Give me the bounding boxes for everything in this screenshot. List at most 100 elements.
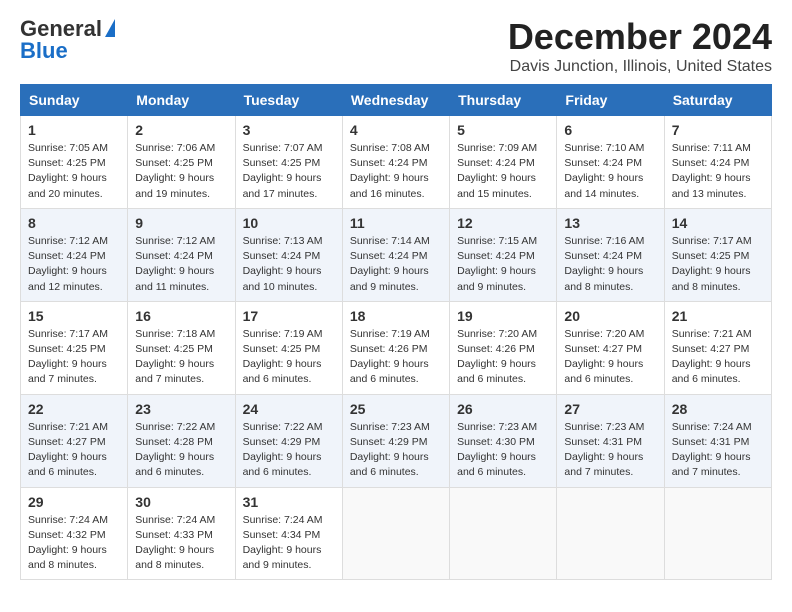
cell-info: Sunrise: 7:13 AMSunset: 4:24 PMDaylight:… [243,235,323,293]
calendar-cell: 21 Sunrise: 7:21 AMSunset: 4:27 PMDaylig… [664,301,771,394]
day-number: 2 [135,122,227,138]
day-number: 19 [457,308,549,324]
cell-info: Sunrise: 7:23 AMSunset: 4:31 PMDaylight:… [564,421,644,479]
day-number: 20 [564,308,656,324]
cell-info: Sunrise: 7:14 AMSunset: 4:24 PMDaylight:… [350,235,430,293]
calendar-table: SundayMondayTuesdayWednesdayThursdayFrid… [20,84,772,580]
day-header-tuesday: Tuesday [235,85,342,116]
cell-info: Sunrise: 7:24 AMSunset: 4:34 PMDaylight:… [243,514,323,572]
day-number: 12 [457,215,549,231]
calendar-cell: 29 Sunrise: 7:24 AMSunset: 4:32 PMDaylig… [21,487,128,580]
calendar-cell: 17 Sunrise: 7:19 AMSunset: 4:25 PMDaylig… [235,301,342,394]
calendar-cell: 13 Sunrise: 7:16 AMSunset: 4:24 PMDaylig… [557,208,664,301]
cell-info: Sunrise: 7:08 AMSunset: 4:24 PMDaylight:… [350,142,430,200]
day-number: 22 [28,401,120,417]
cell-info: Sunrise: 7:10 AMSunset: 4:24 PMDaylight:… [564,142,644,200]
cell-info: Sunrise: 7:21 AMSunset: 4:27 PMDaylight:… [672,328,752,386]
cell-info: Sunrise: 7:11 AMSunset: 4:24 PMDaylight:… [672,142,751,200]
calendar-cell [557,487,664,580]
day-number: 4 [350,122,442,138]
calendar-cell: 8 Sunrise: 7:12 AMSunset: 4:24 PMDayligh… [21,208,128,301]
day-header-saturday: Saturday [664,85,771,116]
calendar-cell: 10 Sunrise: 7:13 AMSunset: 4:24 PMDaylig… [235,208,342,301]
calendar-cell: 12 Sunrise: 7:15 AMSunset: 4:24 PMDaylig… [450,208,557,301]
day-number: 9 [135,215,227,231]
calendar-week-1: 1 Sunrise: 7:05 AMSunset: 4:25 PMDayligh… [21,116,772,209]
month-title: December 2024 [508,16,772,58]
day-number: 24 [243,401,335,417]
cell-info: Sunrise: 7:06 AMSunset: 4:25 PMDaylight:… [135,142,215,200]
calendar-cell: 31 Sunrise: 7:24 AMSunset: 4:34 PMDaylig… [235,487,342,580]
day-number: 26 [457,401,549,417]
calendar-cell: 2 Sunrise: 7:06 AMSunset: 4:25 PMDayligh… [128,116,235,209]
day-number: 27 [564,401,656,417]
calendar-cell [342,487,449,580]
calendar-cell: 27 Sunrise: 7:23 AMSunset: 4:31 PMDaylig… [557,394,664,487]
cell-info: Sunrise: 7:19 AMSunset: 4:26 PMDaylight:… [350,328,430,386]
cell-info: Sunrise: 7:22 AMSunset: 4:28 PMDaylight:… [135,421,215,479]
cell-info: Sunrise: 7:20 AMSunset: 4:27 PMDaylight:… [564,328,644,386]
calendar-week-5: 29 Sunrise: 7:24 AMSunset: 4:32 PMDaylig… [21,487,772,580]
day-number: 25 [350,401,442,417]
calendar-cell: 23 Sunrise: 7:22 AMSunset: 4:28 PMDaylig… [128,394,235,487]
cell-info: Sunrise: 7:18 AMSunset: 4:25 PMDaylight:… [135,328,215,386]
calendar-cell: 25 Sunrise: 7:23 AMSunset: 4:29 PMDaylig… [342,394,449,487]
calendar-cell: 4 Sunrise: 7:08 AMSunset: 4:24 PMDayligh… [342,116,449,209]
cell-info: Sunrise: 7:24 AMSunset: 4:33 PMDaylight:… [135,514,215,572]
cell-info: Sunrise: 7:22 AMSunset: 4:29 PMDaylight:… [243,421,323,479]
calendar-cell [450,487,557,580]
day-number: 14 [672,215,764,231]
calendar-cell: 24 Sunrise: 7:22 AMSunset: 4:29 PMDaylig… [235,394,342,487]
calendar-body: 1 Sunrise: 7:05 AMSunset: 4:25 PMDayligh… [21,116,772,580]
day-number: 10 [243,215,335,231]
calendar-cell: 9 Sunrise: 7:12 AMSunset: 4:24 PMDayligh… [128,208,235,301]
calendar-cell: 6 Sunrise: 7:10 AMSunset: 4:24 PMDayligh… [557,116,664,209]
calendar-cell: 5 Sunrise: 7:09 AMSunset: 4:24 PMDayligh… [450,116,557,209]
day-number: 17 [243,308,335,324]
cell-info: Sunrise: 7:05 AMSunset: 4:25 PMDaylight:… [28,142,108,200]
logo-blue-text: Blue [20,38,68,64]
day-number: 31 [243,494,335,510]
day-header-thursday: Thursday [450,85,557,116]
calendar-cell: 19 Sunrise: 7:20 AMSunset: 4:26 PMDaylig… [450,301,557,394]
cell-info: Sunrise: 7:23 AMSunset: 4:30 PMDaylight:… [457,421,537,479]
cell-info: Sunrise: 7:24 AMSunset: 4:32 PMDaylight:… [28,514,108,572]
day-number: 15 [28,308,120,324]
day-header-friday: Friday [557,85,664,116]
logo-triangle-icon [105,19,115,37]
day-number: 11 [350,215,442,231]
day-header-wednesday: Wednesday [342,85,449,116]
cell-info: Sunrise: 7:21 AMSunset: 4:27 PMDaylight:… [28,421,108,479]
calendar-week-4: 22 Sunrise: 7:21 AMSunset: 4:27 PMDaylig… [21,394,772,487]
cell-info: Sunrise: 7:23 AMSunset: 4:29 PMDaylight:… [350,421,430,479]
calendar-cell: 28 Sunrise: 7:24 AMSunset: 4:31 PMDaylig… [664,394,771,487]
calendar-cell: 14 Sunrise: 7:17 AMSunset: 4:25 PMDaylig… [664,208,771,301]
day-number: 5 [457,122,549,138]
day-header-sunday: Sunday [21,85,128,116]
calendar-cell: 1 Sunrise: 7:05 AMSunset: 4:25 PMDayligh… [21,116,128,209]
cell-info: Sunrise: 7:24 AMSunset: 4:31 PMDaylight:… [672,421,752,479]
day-number: 18 [350,308,442,324]
cell-info: Sunrise: 7:12 AMSunset: 4:24 PMDaylight:… [135,235,215,293]
day-number: 7 [672,122,764,138]
cell-info: Sunrise: 7:19 AMSunset: 4:25 PMDaylight:… [243,328,323,386]
calendar-cell: 11 Sunrise: 7:14 AMSunset: 4:24 PMDaylig… [342,208,449,301]
day-number: 23 [135,401,227,417]
day-header-monday: Monday [128,85,235,116]
calendar-cell: 18 Sunrise: 7:19 AMSunset: 4:26 PMDaylig… [342,301,449,394]
day-number: 13 [564,215,656,231]
day-number: 21 [672,308,764,324]
day-number: 29 [28,494,120,510]
calendar-cell: 26 Sunrise: 7:23 AMSunset: 4:30 PMDaylig… [450,394,557,487]
day-number: 16 [135,308,227,324]
day-number: 28 [672,401,764,417]
calendar-cell: 22 Sunrise: 7:21 AMSunset: 4:27 PMDaylig… [21,394,128,487]
cell-info: Sunrise: 7:17 AMSunset: 4:25 PMDaylight:… [28,328,108,386]
calendar-cell [664,487,771,580]
calendar-week-3: 15 Sunrise: 7:17 AMSunset: 4:25 PMDaylig… [21,301,772,394]
day-number: 1 [28,122,120,138]
calendar-cell: 16 Sunrise: 7:18 AMSunset: 4:25 PMDaylig… [128,301,235,394]
day-number: 6 [564,122,656,138]
cell-info: Sunrise: 7:15 AMSunset: 4:24 PMDaylight:… [457,235,537,293]
calendar-cell: 3 Sunrise: 7:07 AMSunset: 4:25 PMDayligh… [235,116,342,209]
